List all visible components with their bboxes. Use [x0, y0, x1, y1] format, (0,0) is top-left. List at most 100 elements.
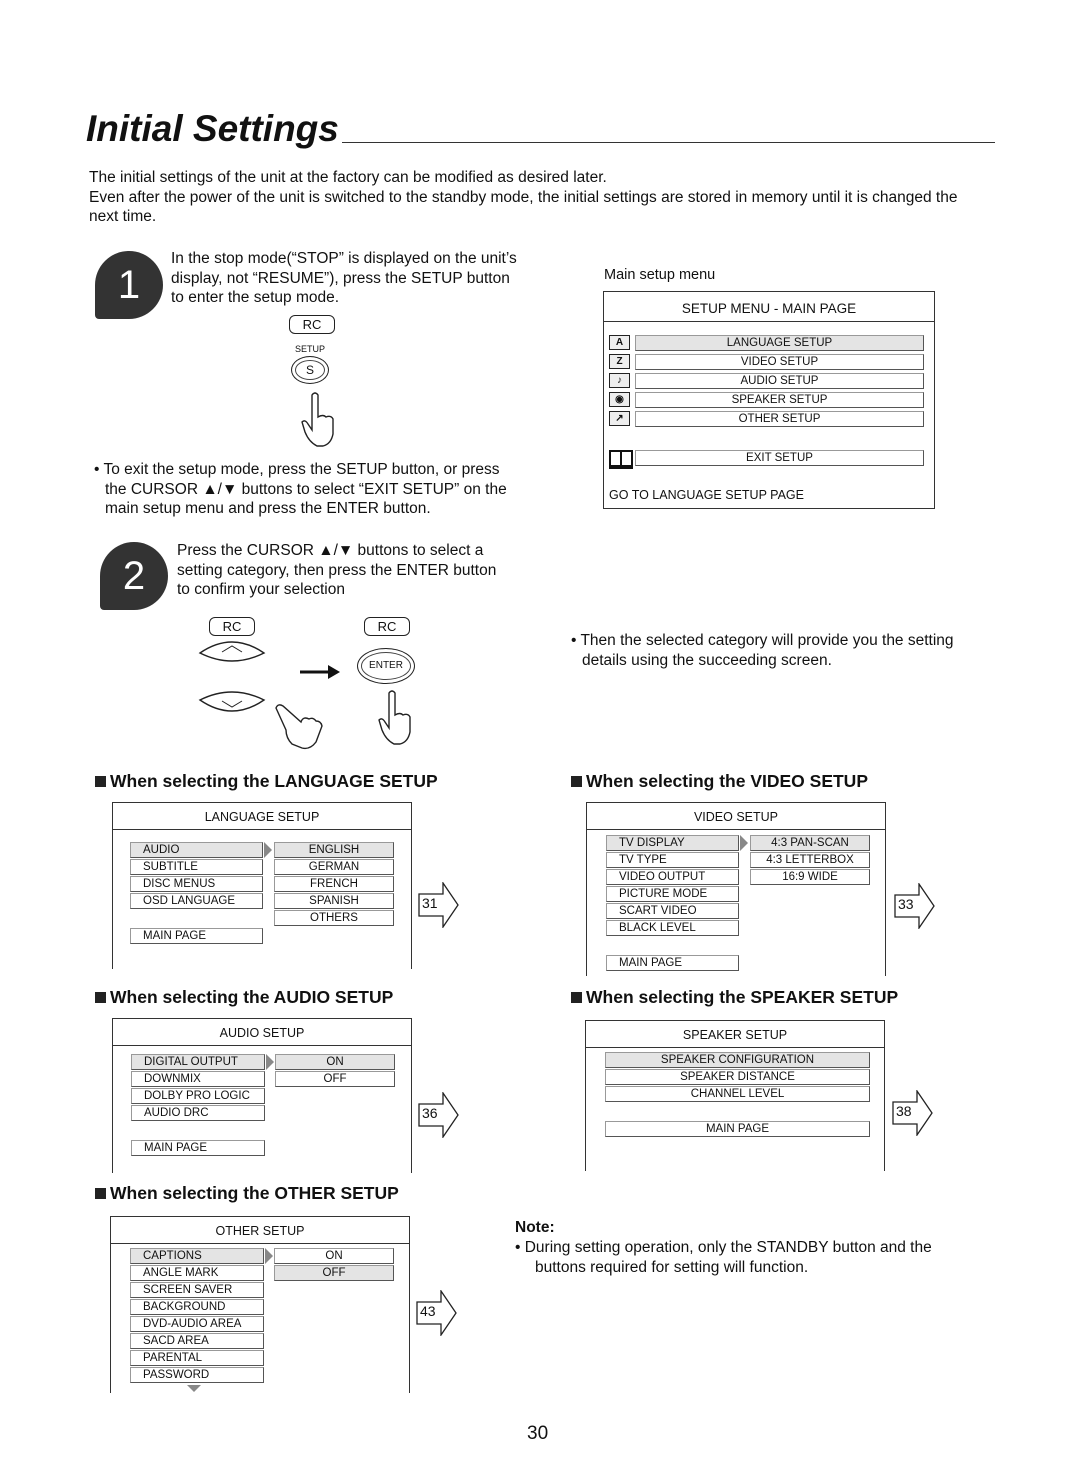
other-icon: ↗	[609, 411, 630, 426]
then-note: • Then the selected category will provid…	[571, 631, 954, 670]
chevron-right-icon	[264, 842, 272, 858]
title-rule	[342, 142, 995, 143]
step-1-badge: 1	[95, 251, 163, 319]
page-title: Initial Settings	[86, 108, 339, 149]
menu-item: TV DISPLAY	[606, 835, 739, 851]
audio-icon: ♪	[609, 373, 630, 388]
arrow-right-icon	[300, 665, 340, 679]
line: • Then the selected category will provid…	[571, 632, 954, 649]
setup-button: S	[291, 356, 329, 384]
square-bullet-icon	[571, 776, 582, 787]
line: • During setting operation, only the STA…	[515, 1239, 932, 1256]
menu-item: VIDEO OUTPUT	[606, 869, 739, 885]
menu-item: BLACK LEVEL	[606, 920, 739, 936]
menu-item: PASSWORD	[130, 1367, 264, 1383]
option-item: SPANISH	[274, 893, 394, 909]
other-setup-menu: OTHER SETUP CAPTIONS ANGLE MARK SCREEN SAVE…	[110, 1216, 410, 1393]
step-2-text: Press the CURSOR ▲/▼ buttons to select a…	[177, 541, 496, 600]
page-number: 30	[527, 1423, 549, 1444]
chevron-right-icon	[265, 1248, 273, 1264]
line: In the stop mode(“STOP” is displayed on …	[171, 250, 517, 267]
menu-item-video-setup: VIDEO SETUP	[635, 354, 924, 370]
manual-page: Initial Settings The initial settings of…	[0, 0, 1080, 1479]
menu-item: ANGLE MARK	[130, 1265, 264, 1281]
main-page-item: MAIN PAGE	[130, 928, 263, 944]
option-item: OTHERS	[274, 910, 394, 926]
pressing-hand-icon	[275, 704, 323, 750]
menu-title: OTHER SETUP	[111, 1217, 409, 1244]
menu-item: DOLBY PRO LOGIC	[131, 1088, 265, 1104]
chevron-right-icon	[740, 835, 748, 851]
menu-title: LANGUAGE SETUP	[113, 803, 411, 830]
menu-item: OSD LANGUAGE	[130, 893, 263, 909]
intro-text: The initial settings of the unit at the …	[89, 168, 989, 227]
page-reference-number: 33	[898, 896, 914, 912]
menu-item: CAPTIONS	[130, 1248, 264, 1264]
menu-item: CHANNEL LEVEL	[605, 1086, 870, 1102]
line: main setup menu and press the ENTER butt…	[105, 500, 431, 517]
option-item: 4:3 PAN-SCAN	[750, 835, 870, 851]
speaker-setup-menu: SPEAKER SETUP SPEAKER CONFIGURATION SPEAKE…	[585, 1020, 885, 1171]
menu-item-speaker-setup: SPEAKER SETUP	[635, 392, 924, 408]
line: • To exit the setup mode, press the SETU…	[94, 461, 500, 478]
section-heading-audio: When selecting the AUDIO SETUP	[95, 987, 393, 1008]
enter-button: ENTER	[357, 648, 415, 684]
option-item: ON	[275, 1054, 395, 1070]
exit-icon	[609, 450, 633, 469]
main-page-item: MAIN PAGE	[606, 955, 739, 971]
menu-item: DIGITAL OUTPUT	[131, 1054, 265, 1070]
heading-text: When selecting the AUDIO SETUP	[110, 987, 394, 1007]
option-item: ON	[274, 1248, 394, 1264]
line: the CURSOR ▲/▼ buttons to select “EXIT S…	[105, 480, 507, 498]
page-reference-number: 38	[896, 1103, 912, 1119]
page-reference-number: 36	[422, 1105, 438, 1121]
menu-item-language-setup: LANGUAGE SETUP	[635, 335, 924, 351]
exit-note: • To exit the setup mode, press the SETU…	[94, 460, 507, 519]
menu-item: SCREEN SAVER	[130, 1282, 264, 1298]
step-2-badge: 2	[100, 542, 168, 610]
menu-item: BACKGROUND	[130, 1299, 264, 1315]
video-setup-menu: VIDEO SETUP TV DISPLAY TV TYPE VIDEO OUTPUT…	[586, 802, 886, 976]
square-bullet-icon	[95, 992, 106, 1003]
line: setting category, then press the ENTER b…	[177, 561, 497, 579]
section-heading-speaker: When selecting the SPEAKER SETUP	[571, 987, 898, 1008]
section-heading-other: When selecting the OTHER SETUP	[95, 1183, 399, 1204]
rc-label: RC	[209, 617, 255, 636]
main-page-item: MAIN PAGE	[131, 1140, 265, 1156]
main-page-item: MAIN PAGE	[605, 1121, 870, 1137]
option-item: OFF	[275, 1071, 395, 1087]
menu-item: SACD AREA	[130, 1333, 264, 1349]
note-text: • During setting operation, only the STA…	[515, 1238, 932, 1277]
intro-line: Even after the power of the unit is swit…	[89, 188, 958, 226]
chevron-down-icon	[187, 1385, 201, 1392]
video-icon: Z	[609, 354, 630, 369]
option-item: 16:9 WIDE	[750, 869, 870, 885]
menu-item: AUDIO DRC	[131, 1105, 265, 1121]
option-item: ENGLISH	[274, 842, 394, 858]
speaker-icon: ◉	[609, 392, 630, 407]
rc-label: RC	[364, 617, 410, 636]
heading-text: When selecting the LANGUAGE SETUP	[110, 771, 438, 791]
menu-item: SPEAKER DISTANCE	[605, 1069, 870, 1085]
heading-text: When selecting the SPEAKER SETUP	[586, 987, 899, 1007]
menu-item: DISC MENUS	[130, 876, 263, 892]
page-reference-number: 43	[420, 1303, 436, 1319]
cursor-buttons-icon	[198, 641, 266, 712]
menu-item-audio-setup: AUDIO SETUP	[635, 373, 924, 389]
line: buttons required for setting will functi…	[535, 1258, 809, 1276]
menu-title: VIDEO SETUP	[587, 803, 885, 830]
step-1-text: In the stop mode(“STOP” is displayed on …	[171, 249, 517, 308]
option-item: GERMAN	[274, 859, 394, 875]
line: Press the CURSOR ▲/▼ buttons to select a	[177, 542, 484, 559]
menu-item: PARENTAL	[130, 1350, 264, 1366]
menu-status: GO TO LANGUAGE SETUP PAGE	[609, 488, 804, 502]
audio-setup-menu: AUDIO SETUP DIGITAL OUTPUT DOWNMIX DOLBY PR…	[112, 1018, 412, 1173]
menu-item: SPEAKER CONFIGURATION	[605, 1052, 870, 1068]
chevron-right-icon	[266, 1054, 274, 1070]
menu-item: PICTURE MODE	[606, 886, 739, 902]
menu-item-exit-setup: EXIT SETUP	[635, 450, 924, 466]
line: to confirm your selection	[177, 581, 345, 598]
main-menu-caption: Main setup menu	[604, 267, 716, 283]
language-setup-menu: LANGUAGE SETUP AUDIO SUBTITLE DISC MENUS OSD…	[112, 802, 412, 969]
pointing-hand-icon	[301, 392, 334, 447]
